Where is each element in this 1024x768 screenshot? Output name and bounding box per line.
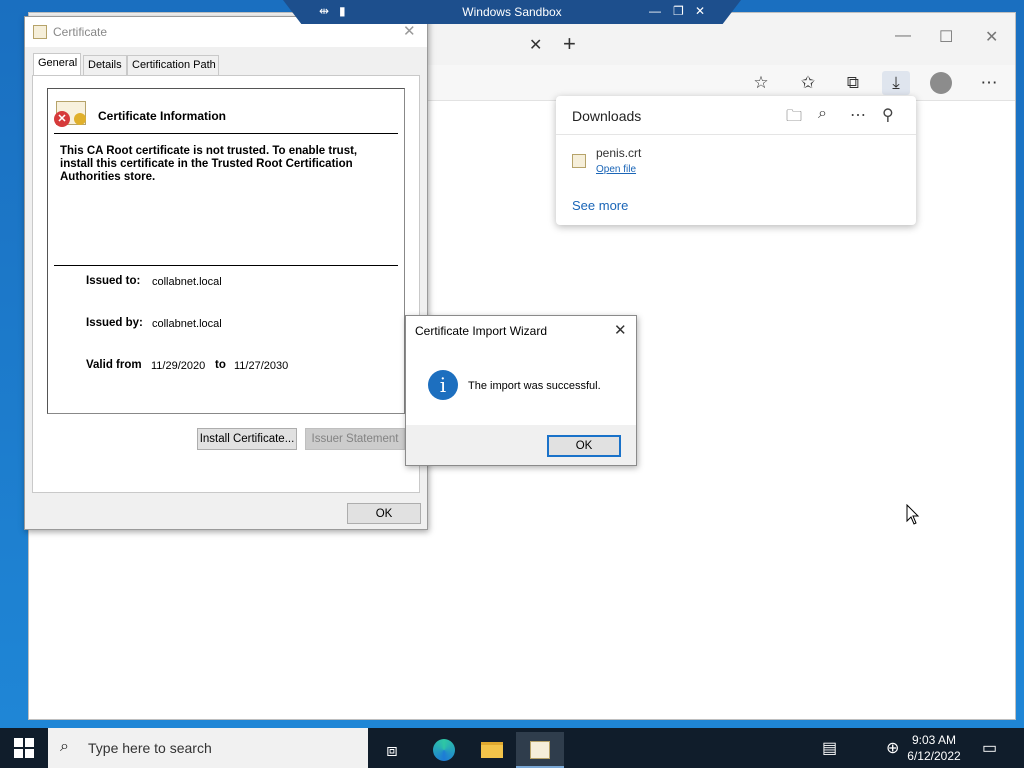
close-window-button[interactable]: ✕ — [985, 27, 998, 47]
dialog-footer: OK — [406, 425, 636, 465]
close-icon[interactable]: ✕ — [403, 22, 416, 40]
see-more-link[interactable]: See more — [572, 198, 628, 213]
file-explorer-icon[interactable] — [468, 732, 516, 768]
close-icon[interactable]: ✕ — [614, 321, 627, 339]
new-tab-button[interactable]: + — [563, 31, 576, 57]
news-icon[interactable]: ▤ — [822, 738, 837, 758]
issued-to-label: Issued to: — [86, 275, 141, 287]
search-icon[interactable]: ⌕ — [818, 105, 827, 123]
close-icon[interactable]: ✕ — [695, 4, 705, 18]
add-favorite-icon[interactable]: ☆ — [747, 71, 775, 95]
install-certificate-button[interactable]: Install Certificate... — [197, 428, 297, 450]
search-icon: ⌕ — [60, 738, 69, 755]
restore-icon[interactable]: ❐ — [673, 4, 684, 18]
notifications-icon[interactable]: ▭ — [982, 738, 997, 758]
downloads-title: Downloads — [572, 108, 642, 124]
task-view-icon[interactable]: ⧈ — [368, 732, 416, 768]
pin-icon[interactable]: ⚲ — [882, 105, 894, 125]
favorites-icon[interactable]: ✩ — [794, 71, 822, 95]
more-options-icon[interactable]: ⋯ — [850, 105, 866, 125]
import-wizard-dialog: Certificate Import Wizard ✕ i The import… — [405, 315, 637, 466]
close-tab-icon[interactable]: ✕ — [529, 35, 542, 55]
certificate-info-box: ✕ Certificate Information This CA Root c… — [47, 88, 405, 414]
info-icon: i — [428, 370, 458, 400]
taskbar-search[interactable]: ⌕ Type here to search — [48, 728, 368, 768]
certificate-dialog: Certificate ✕ General Details Certificat… — [24, 16, 428, 530]
certificate-app-icon[interactable] — [516, 732, 564, 768]
profile-avatar[interactable] — [927, 71, 955, 95]
tab-certification-path[interactable]: Certification Path — [127, 55, 219, 75]
time: 9:03 AM — [911, 733, 957, 747]
collections-icon[interactable]: ⧉ — [839, 71, 867, 95]
edge-icon[interactable] — [420, 732, 468, 768]
issuer-statement-button[interactable]: Issuer Statement — [305, 428, 405, 450]
dialog-title: Certificate — [53, 25, 108, 39]
issued-to-value: collabnet.local — [152, 276, 222, 288]
tab-details[interactable]: Details — [83, 55, 127, 75]
open-folder-icon[interactable]: 🗀 — [786, 105, 802, 132]
issued-by-value: collabnet.local — [152, 318, 222, 330]
info-title: Certificate Information — [98, 109, 227, 123]
downloads-icon[interactable]: ⤓ — [882, 71, 910, 95]
divider — [556, 134, 916, 135]
divider — [54, 133, 398, 134]
more-menu-icon[interactable]: ⋯ — [975, 71, 1003, 95]
valid-to-label: to — [215, 359, 226, 371]
seal-icon — [74, 113, 86, 125]
minimize-button[interactable]: — — [895, 27, 911, 45]
success-message: The import was successful. — [468, 380, 601, 392]
valid-to-value: 11/27/2030 — [234, 360, 289, 372]
general-tab-page: ✕ Certificate Information This CA Root c… — [32, 75, 420, 493]
taskbar: ⌕ Type here to search ⧈ ▤ ⊕ 9:03 AM 6/12… — [0, 728, 1024, 768]
valid-from-label: Valid from — [86, 359, 142, 371]
trust-warning: This CA Root certificate is not trusted.… — [60, 145, 358, 183]
search-input[interactable]: Type here to search — [88, 740, 212, 756]
downloads-panel: Downloads 🗀 ⌕ ⋯ ⚲ penis.crt Open file Se… — [556, 96, 916, 225]
error-x-icon: ✕ — [54, 111, 70, 127]
valid-from-value: 11/29/2020 — [151, 360, 206, 372]
ok-button[interactable]: OK — [347, 503, 421, 524]
certificate-file-icon — [572, 154, 586, 168]
certificate-icon — [33, 25, 47, 39]
tab-general[interactable]: General — [33, 53, 81, 75]
start-button[interactable] — [14, 738, 34, 758]
open-file-link[interactable]: Open file — [596, 164, 636, 175]
download-file-name[interactable]: penis.crt — [596, 146, 641, 160]
date: 6/12/2022 — [907, 749, 961, 763]
sandbox-titlebar: ⇹ ▮ Windows Sandbox — ❐ ✕ — [283, 0, 741, 24]
maximize-button[interactable]: ☐ — [939, 27, 953, 47]
issued-by-label: Issued by: — [86, 317, 143, 329]
network-icon[interactable]: ⊕ — [886, 738, 899, 758]
divider — [54, 265, 398, 266]
clock[interactable]: 9:03 AM 6/12/2022 — [900, 732, 968, 764]
mouse-cursor-icon — [906, 504, 920, 525]
ok-button[interactable]: OK — [547, 435, 621, 457]
minimize-icon[interactable]: — — [649, 4, 661, 18]
dialog-title: Certificate Import Wizard — [415, 324, 548, 338]
